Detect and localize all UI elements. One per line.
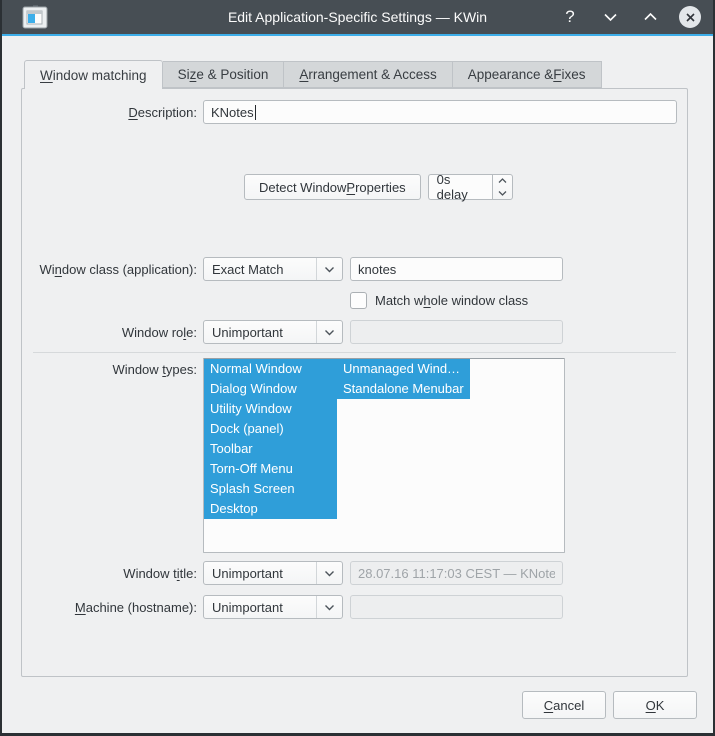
tab-bar: Window matching Size & Position Arrangem… [24, 59, 602, 88]
delay-value: 0s delay [428, 174, 492, 200]
window-matching-pane: Description: KNotes Detect Window Proper… [21, 88, 688, 677]
window-title-input: 28.07.16 11:17:03 CEST — KNotes [350, 561, 563, 585]
machine-input [350, 595, 563, 619]
window-type-item[interactable]: Dialog Window [204, 379, 337, 399]
window-role-label: Window role: [22, 325, 197, 340]
window-types-label: Window types: [22, 358, 197, 377]
window-class-match-value: Exact Match [204, 262, 316, 277]
chevron-down-icon [603, 12, 618, 22]
window-type-item[interactable]: Standalone Menubar [337, 379, 470, 399]
window-class-label: Window class (application): [22, 262, 197, 277]
window-types-column: Normal WindowDialog WindowUtility Window… [204, 359, 337, 519]
chevron-up-icon [498, 178, 507, 184]
tab-appearance-fixes[interactable]: Appearance & Fixes [453, 61, 602, 88]
window-role-match-value: Unimportant [204, 325, 316, 340]
window-title-match-combobox[interactable]: Unimportant [203, 561, 343, 585]
window-class-input[interactable]: knotes [350, 257, 563, 281]
cancel-button[interactable]: Cancel [522, 691, 606, 719]
window-title-match-value: Unimportant [204, 566, 316, 581]
machine-match-value: Unimportant [204, 600, 316, 615]
close-icon [685, 12, 696, 23]
window-type-item[interactable]: Desktop [204, 499, 337, 519]
help-button[interactable]: ? [559, 6, 581, 28]
chevron-down-icon [324, 570, 335, 577]
window-type-item[interactable]: Normal Window [204, 359, 337, 379]
window-types-column: Unmanaged Wind…Standalone Menubar [337, 359, 470, 399]
chevron-down-icon [498, 190, 507, 196]
description-value: KNotes [211, 105, 254, 120]
match-whole-window-class-checkbox[interactable] [350, 292, 367, 309]
window-title-label: Window title: [22, 566, 197, 581]
text-caret [255, 105, 256, 120]
tab-size-position[interactable]: Size & Position [163, 61, 285, 88]
maximize-button[interactable] [639, 6, 661, 28]
window-type-item[interactable]: Toolbar [204, 439, 337, 459]
spin-up-button[interactable] [493, 175, 512, 187]
machine-match-combobox[interactable]: Unimportant [203, 595, 343, 619]
window-types-list[interactable]: Normal WindowDialog WindowUtility Window… [203, 358, 565, 553]
close-button[interactable] [679, 6, 701, 28]
tab-window-matching[interactable]: Window matching [24, 60, 163, 89]
detect-delay-spinbox[interactable]: 0s delay [428, 174, 513, 200]
chevron-down-icon [324, 266, 335, 273]
window-type-item[interactable]: Utility Window [204, 399, 337, 419]
ok-button[interactable]: OK [613, 691, 697, 719]
window-type-item[interactable]: Splash Screen [204, 479, 337, 499]
dialog-button-box: Cancel OK [522, 691, 697, 719]
window-type-item[interactable]: Torn-Off Menu [204, 459, 337, 479]
match-whole-window-class-label: Match whole window class [375, 293, 528, 308]
window-role-match-combobox[interactable]: Unimportant [203, 320, 343, 344]
chevron-down-icon [324, 329, 335, 336]
window-type-item[interactable]: Unmanaged Wind… [337, 359, 470, 379]
window-type-item[interactable]: Dock (panel) [204, 419, 337, 439]
window-class-match-combobox[interactable]: Exact Match [203, 257, 343, 281]
minimize-button[interactable] [599, 6, 621, 28]
separator-line [33, 352, 676, 353]
chevron-down-icon [324, 604, 335, 611]
tab-arrangement-access[interactable]: Arrangement & Access [284, 61, 452, 88]
titlebar: Edit Application-Specific Settings — KWi… [2, 0, 713, 34]
description-label: Description: [22, 105, 197, 120]
kwin-settings-dialog: Edit Application-Specific Settings — KWi… [0, 0, 715, 736]
window-role-input [350, 320, 563, 344]
machine-hostname-label: Machine (hostname): [22, 600, 197, 615]
dialog-content: Window matching Size & Position Arrangem… [2, 36, 713, 733]
description-input[interactable]: KNotes [203, 100, 677, 124]
match-whole-window-class-option[interactable]: Match whole window class [350, 292, 528, 309]
detect-window-properties-button[interactable]: Detect Window Properties [244, 174, 421, 200]
chevron-up-icon [643, 12, 658, 22]
spin-down-button[interactable] [493, 187, 512, 199]
